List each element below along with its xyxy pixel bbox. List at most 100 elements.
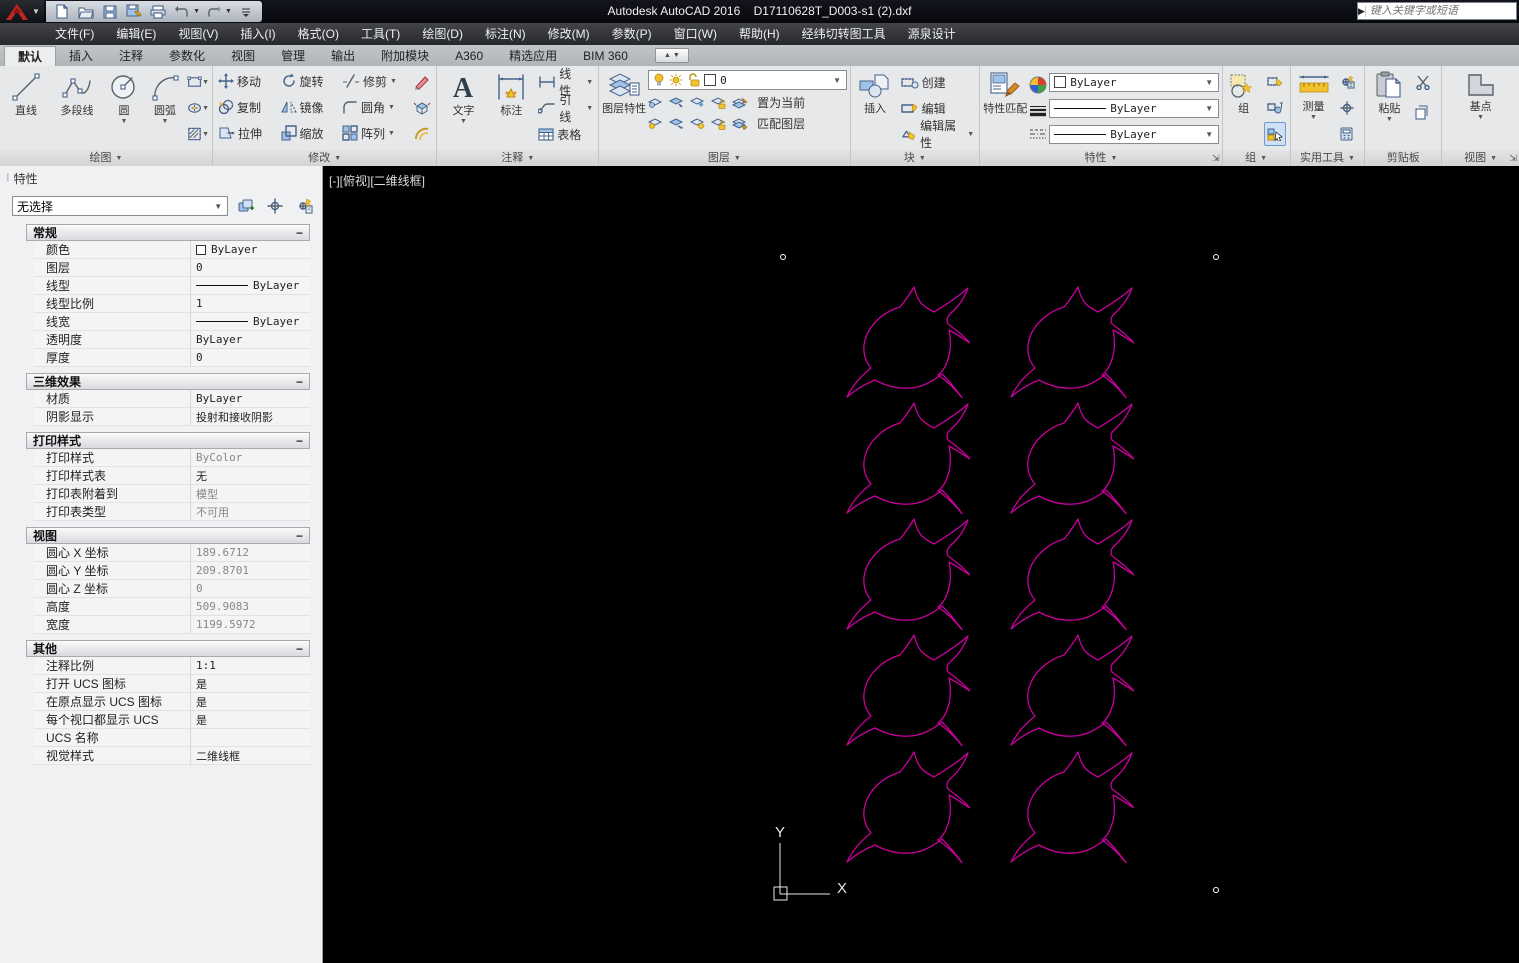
property-row[interactable]: 宽度 1199.5972 [34, 616, 310, 634]
object-color-combo[interactable]: ByLayer ▼ [1049, 72, 1219, 92]
base-view-dropdown-icon[interactable]: ▼ [1477, 114, 1484, 121]
linetype-icon[interactable] [1029, 128, 1047, 140]
fish-outline[interactable] [1010, 634, 1134, 747]
panel-title-clipboard[interactable]: 剪贴板 [1365, 150, 1442, 166]
group-button[interactable]: 组 [1226, 68, 1262, 148]
create-block-button[interactable]: 创建 [899, 70, 977, 94]
panel-title-utilities[interactable]: 实用工具 ▼ [1290, 150, 1365, 166]
menu-item-1[interactable]: 编辑(E) [105, 23, 167, 45]
quick-select-button[interactable] [1336, 70, 1358, 94]
trim-dropdown-icon[interactable]: ▼ [390, 78, 397, 85]
property-row[interactable]: 高度 509.9083 [34, 598, 310, 616]
ribbon-tab-3[interactable]: 参数化 [156, 46, 218, 66]
menu-item-7[interactable]: 标注(N) [474, 23, 537, 45]
qat-customize-button[interactable] [236, 3, 256, 21]
measure-button[interactable]: 测量 ▼ [1294, 68, 1334, 148]
layer-select-combo[interactable]: 0 ▼ [648, 70, 847, 90]
lineweight-icon[interactable] [1029, 105, 1047, 117]
quick-select-palette-button[interactable] [293, 196, 314, 216]
save-button[interactable] [100, 3, 120, 21]
match-layer-button[interactable]: 匹配图层 [755, 114, 807, 132]
panel-title-layers[interactable]: 图层 ▼ [599, 150, 850, 166]
text-dropdown-icon[interactable]: ▼ [460, 118, 467, 125]
menu-item-11[interactable]: 帮助(H) [728, 23, 791, 45]
search-go-icon[interactable]: ▶ [1358, 5, 1366, 17]
property-value[interactable]: 投射和接收阴影 [190, 408, 310, 425]
panel-title-block[interactable]: 块 ▼ [850, 150, 980, 166]
point-marker[interactable] [1213, 887, 1219, 893]
line-button[interactable]: 直线 [3, 68, 49, 148]
drawing-canvas[interactable]: X Y [-][俯视][二维线框] [323, 166, 1519, 963]
paste-button[interactable]: 粘贴 ▼ [1368, 68, 1410, 148]
property-row[interactable]: 厚度 0 [34, 349, 310, 367]
lineweight-combo[interactable]: ByLayer ▼ [1049, 98, 1219, 118]
layer-lock2-icon[interactable] [711, 96, 726, 109]
property-row[interactable]: 图层 0 [34, 259, 310, 277]
ungroup-button[interactable] [1264, 70, 1286, 94]
property-row[interactable]: 打印表类型 不可用 [34, 503, 310, 521]
edit-attribute-button[interactable]: 编辑属性 ▼ [899, 119, 977, 150]
table-button[interactable]: 表格 [536, 122, 595, 146]
panel-title-group[interactable]: 组 ▼ [1222, 150, 1290, 166]
panel-title-annotate[interactable]: 注释 ▼ [437, 150, 599, 166]
property-row[interactable]: 圆心 Y 坐标 209.8701 [34, 562, 310, 580]
property-row[interactable]: 在原点显示 UCS 图标 是 [34, 693, 310, 711]
property-value[interactable] [190, 729, 310, 746]
ribbon-tab-1[interactable]: 插入 [56, 46, 106, 66]
ribbon-tab-10[interactable]: BIM 360 [570, 46, 641, 66]
hatch-button[interactable]: ▼ [187, 122, 209, 146]
menu-item-4[interactable]: 格式(O) [287, 23, 350, 45]
fish-outline[interactable] [846, 634, 970, 747]
section-collapse-icon[interactable]: − [296, 226, 303, 240]
edit-attribute-dropdown-icon[interactable]: ▼ [967, 131, 974, 138]
layer-freeze-icon[interactable] [690, 96, 705, 108]
leader-button[interactable]: 引线 ▼ [536, 93, 595, 124]
property-row[interactable]: 圆心 Z 坐标 0 [34, 580, 310, 598]
match-properties-button[interactable]: 特性匹配 [983, 68, 1027, 148]
fish-outline[interactable] [846, 518, 970, 631]
group-edit-button[interactable] [1264, 96, 1286, 120]
property-value[interactable]: 0 [190, 259, 310, 276]
plot-button[interactable] [148, 3, 168, 21]
ribbon-collapse-button[interactable]: ▲ ▼ [654, 48, 689, 63]
property-value[interactable]: 是 [190, 675, 310, 692]
ribbon-tab-2[interactable]: 注释 [106, 46, 156, 66]
ribbon-tab-8[interactable]: A360 [442, 46, 496, 66]
ribbon-tab-6[interactable]: 输出 [318, 46, 368, 66]
palette-grip-icon[interactable]: ⁞⁞ [6, 173, 9, 184]
explode-button[interactable] [411, 96, 433, 120]
open-file-button[interactable] [76, 3, 96, 21]
erase-button[interactable] [411, 70, 433, 94]
menu-item-13[interactable]: 源泉设计 [897, 23, 967, 45]
layer-lock-icon[interactable] [687, 73, 700, 87]
menu-item-9[interactable]: 参数(P) [601, 23, 663, 45]
layer-color-swatch[interactable] [704, 74, 717, 86]
fillet-dropdown-icon[interactable]: ▼ [388, 104, 395, 111]
group-selection-toggle[interactable] [1263, 122, 1286, 146]
scale-button[interactable]: 缩放 [279, 121, 337, 145]
copy-clip-button[interactable] [1412, 100, 1434, 124]
application-menu-button[interactable]: ▼ [0, 0, 44, 23]
trim-button[interactable]: 修剪 ▼ [340, 69, 409, 93]
property-row[interactable]: 材质 ByLayer [34, 390, 310, 408]
layer-unlock-icon[interactable] [711, 117, 726, 130]
toggle-pickadd-button[interactable] [236, 196, 257, 216]
array-dropdown-icon[interactable]: ▼ [388, 130, 395, 137]
set-current-button[interactable]: 置为当前 [755, 93, 807, 111]
property-value[interactable]: 是 [190, 693, 310, 710]
layer-on2-icon[interactable] [648, 117, 663, 129]
menu-item-0[interactable]: 文件(F) [44, 23, 105, 45]
section-collapse-icon[interactable]: − [296, 434, 303, 448]
section-collapse-icon[interactable]: − [296, 375, 303, 389]
property-row[interactable]: 线型比例 1 [34, 295, 310, 313]
fish-outline[interactable] [1010, 518, 1134, 631]
property-row[interactable]: 每个视口都显示 UCS 是 [34, 711, 310, 729]
palette-title-bar[interactable]: ⁞⁞ 特性 [0, 166, 322, 190]
rotate-button[interactable]: 旋转 [279, 69, 337, 93]
move-button[interactable]: 移动 [216, 69, 275, 93]
viewport-controls-label[interactable]: [-][俯视][二维线框] [329, 172, 425, 189]
undo-button[interactable] [172, 3, 192, 21]
menu-item-5[interactable]: 工具(T) [350, 23, 411, 45]
menu-item-12[interactable]: 经纬切转图工具 [791, 23, 897, 45]
property-value[interactable]: ByLayer [190, 277, 310, 294]
